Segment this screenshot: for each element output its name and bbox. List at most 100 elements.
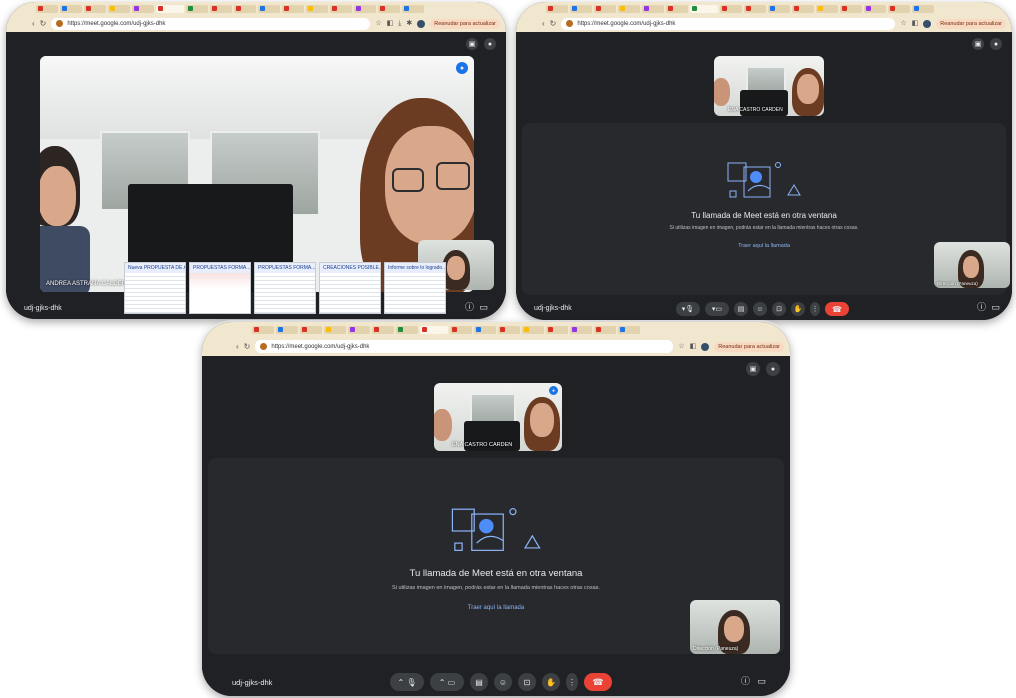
- browser-tab[interactable]: [36, 4, 58, 13]
- profile-avatar[interactable]: [417, 19, 426, 28]
- browser-tab[interactable]: [258, 4, 280, 13]
- browser-tab[interactable]: [372, 325, 394, 334]
- browser-tab[interactable]: [450, 325, 472, 334]
- browser-tab[interactable]: [618, 325, 640, 334]
- browser-tab[interactable]: [642, 4, 664, 13]
- emoji-button[interactable]: ☺: [753, 302, 767, 316]
- browser-tab[interactable]: [666, 4, 688, 13]
- browser-tab[interactable]: [618, 4, 640, 13]
- browser-tab[interactable]: [252, 325, 274, 334]
- more-options-button[interactable]: ⋮: [810, 302, 820, 316]
- mic-button[interactable]: ▾🎙: [676, 302, 700, 316]
- chat-icon[interactable]: ▭: [479, 302, 488, 313]
- browser-tab[interactable]: [156, 4, 184, 13]
- chat-icon[interactable]: ▭: [991, 302, 1000, 313]
- browser-tab[interactable]: [324, 325, 346, 334]
- browser-tab[interactable]: [720, 4, 742, 13]
- participant-tile[interactable]: ● ENA CASTRO CARDEN: [434, 383, 562, 451]
- participant-tile[interactable]: ENA CASTRO CARDEN: [714, 56, 824, 116]
- browser-tab[interactable]: [768, 4, 790, 13]
- reload-icon[interactable]: ↻: [244, 342, 251, 351]
- star-icon[interactable]: ☆: [900, 20, 906, 27]
- browser-tab[interactable]: [912, 4, 934, 13]
- address-bar[interactable]: https://meet.google.com/udj-gjks-dhk: [255, 340, 674, 353]
- people-icon[interactable]: ●: [990, 38, 1002, 50]
- browser-tab[interactable]: [792, 4, 814, 13]
- emoji-button[interactable]: ☺: [494, 673, 512, 691]
- info-icon[interactable]: ⓘ: [977, 300, 986, 313]
- camera-button[interactable]: ⌃ ▭: [430, 673, 464, 691]
- browser-tab[interactable]: [546, 325, 568, 334]
- reload-icon[interactable]: ↻: [550, 19, 557, 28]
- browser-tab[interactable]: [300, 325, 322, 334]
- self-view[interactable]: Dirección (Paneuza): [690, 600, 780, 654]
- browser-tab[interactable]: [396, 325, 418, 334]
- camera-button[interactable]: ▾▭: [705, 302, 729, 316]
- browser-tab[interactable]: [888, 4, 910, 13]
- browser-tab[interactable]: [816, 4, 838, 13]
- browser-tab[interactable]: [234, 4, 256, 13]
- browser-tab[interactable]: [132, 4, 154, 13]
- self-view[interactable]: Dirección (Paneuza): [934, 242, 1010, 288]
- back-icon[interactable]: ‹: [236, 342, 239, 351]
- browser-tab[interactable]: [306, 4, 328, 13]
- profile-avatar[interactable]: [701, 342, 710, 351]
- layout-icon[interactable]: ▣: [972, 38, 984, 50]
- browser-tab[interactable]: [348, 325, 370, 334]
- layout-icon[interactable]: ▣: [746, 362, 760, 376]
- browser-tab[interactable]: [744, 4, 766, 13]
- main-video-tile[interactable]: ● ANDREA ASTRANA CALDERON: [40, 56, 474, 292]
- back-icon[interactable]: ‹: [542, 19, 545, 28]
- profile-avatar[interactable]: [923, 19, 932, 28]
- address-bar[interactable]: https://meet.google.com/udj-gjks-dhk: [51, 17, 371, 30]
- browser-tab[interactable]: [498, 325, 520, 334]
- update-button[interactable]: Reanudar para actualizar: [936, 18, 1006, 29]
- browser-tab[interactable]: [402, 4, 424, 13]
- layout-icon[interactable]: ▣: [466, 38, 478, 50]
- back-icon[interactable]: ‹: [32, 19, 35, 28]
- browser-tab[interactable]: [330, 4, 352, 13]
- browser-tab[interactable]: [60, 4, 82, 13]
- browser-tab[interactable]: [210, 4, 232, 13]
- browser-tab[interactable]: [594, 4, 616, 13]
- browser-tab[interactable]: [546, 4, 568, 13]
- browser-tab[interactable]: [570, 325, 592, 334]
- browser-tab[interactable]: [864, 4, 886, 13]
- browser-tab[interactable]: [594, 325, 616, 334]
- bring-call-here-link[interactable]: Traer aquí la llamada: [738, 243, 790, 249]
- address-bar[interactable]: https://meet.google.com/udj-gjks-dhk: [561, 17, 896, 30]
- chat-icon[interactable]: ▭: [757, 676, 766, 687]
- browser-tab[interactable]: [840, 4, 862, 13]
- browser-tab[interactable]: [186, 4, 208, 13]
- hangup-button[interactable]: ☎: [584, 673, 612, 691]
- browser-tab[interactable]: [282, 4, 304, 13]
- present-button[interactable]: ⊡: [518, 673, 536, 691]
- browser-tab[interactable]: [474, 325, 496, 334]
- browser-tab[interactable]: [354, 4, 376, 13]
- people-icon[interactable]: ●: [484, 38, 496, 50]
- browser-tab[interactable]: [84, 4, 106, 13]
- puzzle-icon[interactable]: ✱: [406, 20, 412, 27]
- present-button[interactable]: ⊡: [772, 302, 786, 316]
- info-icon[interactable]: ⓘ: [465, 300, 474, 313]
- update-button[interactable]: Reanudar para actualizar: [714, 341, 784, 352]
- browser-tab[interactable]: [522, 325, 544, 334]
- browser-tab[interactable]: [690, 4, 718, 13]
- raise-hand-button[interactable]: ✋: [542, 673, 560, 691]
- hangup-button[interactable]: ☎: [825, 302, 849, 316]
- raise-hand-button[interactable]: ✋: [791, 302, 805, 316]
- star-icon[interactable]: ☆: [375, 20, 381, 27]
- browser-tab[interactable]: [570, 4, 592, 13]
- info-icon[interactable]: ⓘ: [741, 674, 750, 687]
- extension-icon[interactable]: ◧: [690, 343, 697, 350]
- captions-button[interactable]: ▤: [470, 673, 488, 691]
- browser-tab[interactable]: [420, 325, 448, 334]
- captions-button[interactable]: ▤: [734, 302, 748, 316]
- update-button[interactable]: Reanudar para actualizar: [430, 18, 500, 29]
- browser-tab[interactable]: [108, 4, 130, 13]
- browser-tab[interactable]: [378, 4, 400, 13]
- star-icon[interactable]: ☆: [678, 343, 684, 350]
- people-icon[interactable]: ●: [766, 362, 780, 376]
- mic-button[interactable]: ⌃ 🎙: [390, 673, 424, 691]
- more-options-button[interactable]: ⋮: [566, 673, 578, 691]
